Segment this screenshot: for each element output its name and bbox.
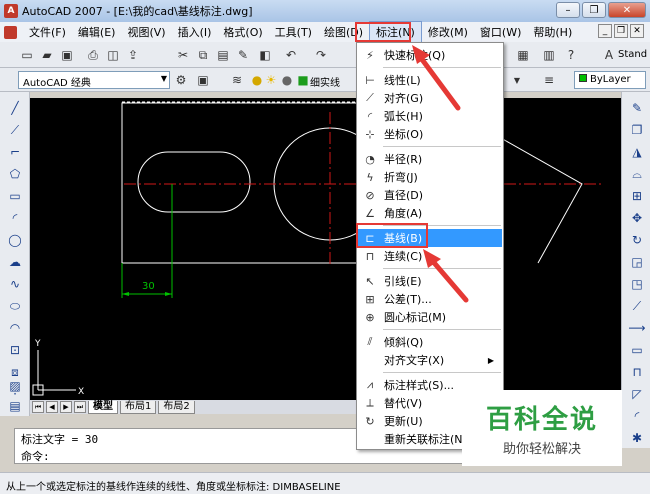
annotation-arrow-1 [415,51,461,111]
annotation-arrow-2 [427,255,469,303]
annotation-arrowhead-1 [412,45,430,64]
watermark-title: 百科全说 [485,405,598,435]
watermark-subtitle: 助你轻松解决 [502,442,581,457]
watermark-logo: 百科全说 助你轻松解决 [462,390,622,466]
